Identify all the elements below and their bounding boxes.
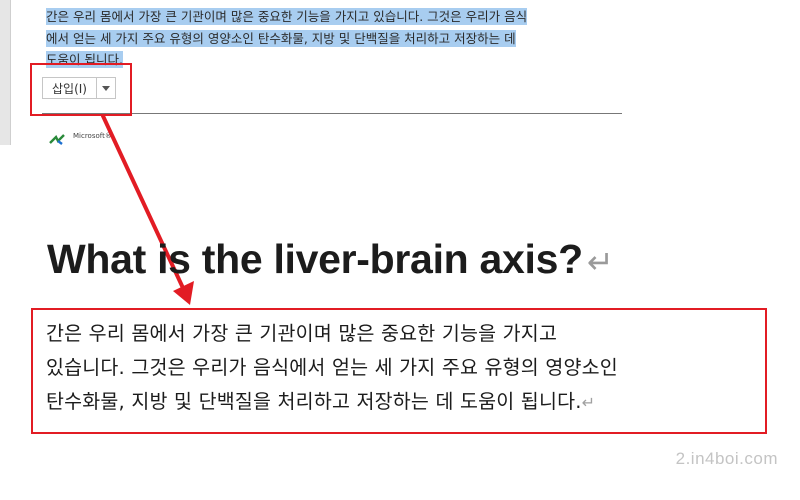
microsoft-logo-icon [49, 134, 65, 145]
paragraph-mark-icon: ↵ [586, 244, 614, 280]
pasted-line-2: 있습니다. 그것은 우리가 음식에서 얻는 세 가지 주요 유형의 영양소인 [46, 356, 618, 379]
selected-line-1: 간은 우리 몸에서 가장 큰 기관이며 많은 중요한 기능을 가지고 있습니다.… [46, 8, 528, 25]
page-heading: What is the liver-brain axis? ↵ [47, 236, 614, 283]
microsoft-logo-text: Microsoft® [73, 132, 112, 140]
paragraph-mark-icon: ↵ [581, 393, 596, 412]
selected-line-2: 에서 얻는 세 가지 주요 유형의 영양소인 탄수화물, 지방 및 단백질을 처… [46, 29, 516, 47]
heading-text: What is the liver-brain axis? [47, 236, 583, 282]
pasted-line-3: 탄수화물, 지방 및 단백질을 처리하고 저장하는 데 도움이 됩니다. [46, 390, 582, 413]
pasted-korean-paragraph[interactable]: 간은 우리 몸에서 가장 큰 기관이며 많은 중요한 기능을 가지고 있습니다.… [46, 317, 771, 420]
site-watermark: 2.in4boi.com [675, 449, 778, 468]
pasted-line-1: 간은 우리 몸에서 가장 큰 기관이며 많은 중요한 기능을 가지고 [46, 322, 558, 345]
document-left-margin [0, 0, 11, 145]
paste-button-highlight-box [30, 63, 132, 116]
microsoft-logo: Microsoft® [48, 132, 112, 145]
selected-korean-paragraph[interactable]: 간은 우리 몸에서 가장 큰 기관이며 많은 중요한 기능을 가지고 있습니다.… [46, 6, 626, 71]
